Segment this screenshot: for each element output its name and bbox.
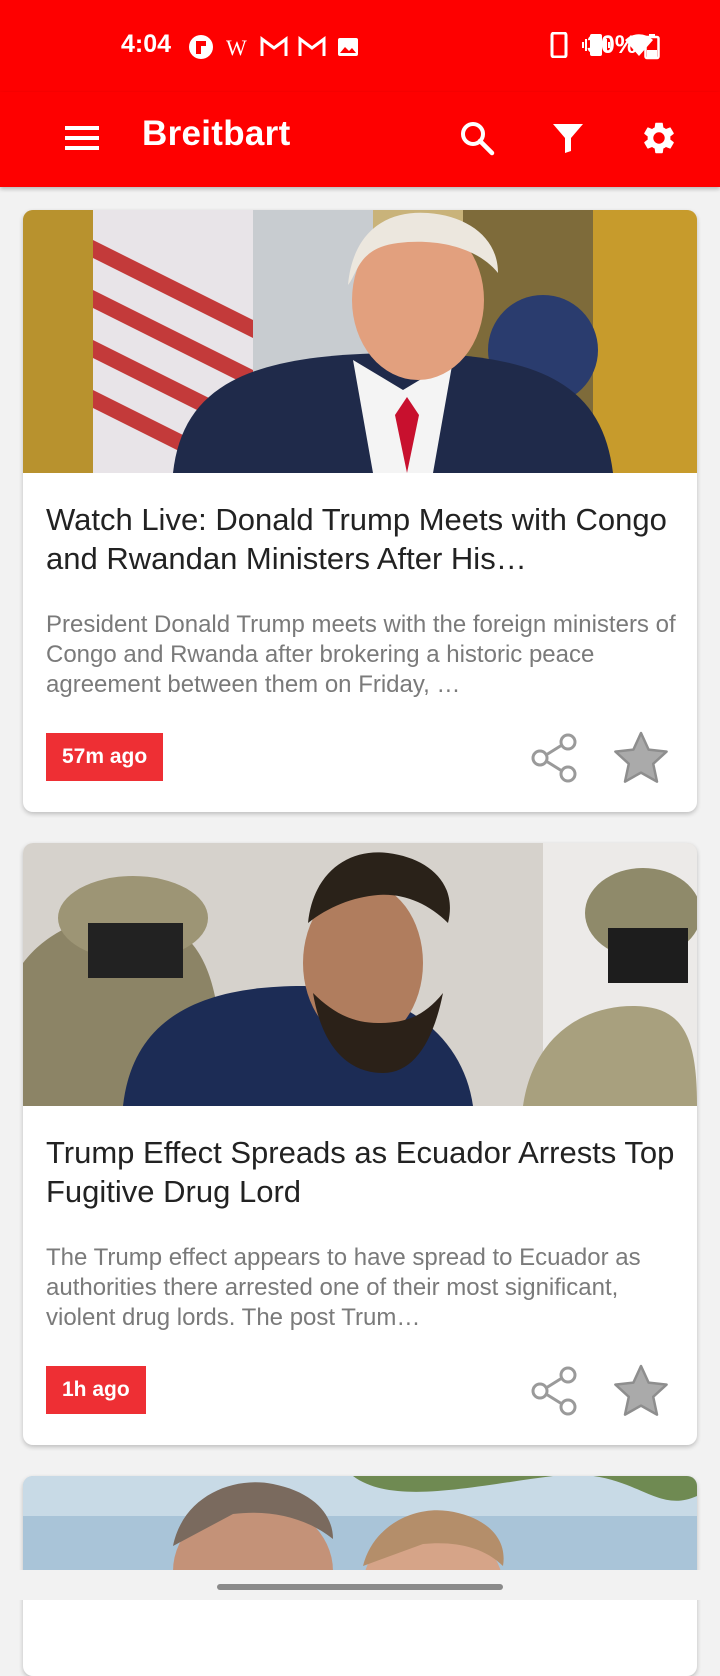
battery-percent: 30%	[587, 31, 638, 59]
phone-icon	[550, 32, 568, 58]
battery-icon	[644, 34, 660, 60]
filter-button[interactable]	[544, 114, 592, 162]
search-button[interactable]	[453, 114, 501, 162]
share-button[interactable]	[528, 1363, 584, 1419]
app-bar: Breitbart	[0, 92, 720, 187]
article-image[interactable]	[23, 843, 697, 1106]
time-badge: 1h ago	[46, 1366, 146, 1414]
notification-icons: W	[188, 34, 360, 60]
menu-button[interactable]	[58, 114, 106, 162]
wikipedia-icon: W	[226, 35, 247, 59]
star-icon	[614, 1364, 668, 1416]
search-icon	[461, 122, 495, 156]
status-bar: 4:04 W 30%	[0, 0, 720, 92]
article-title[interactable]: Trump Effect Spreads as Ecuador Arrests …	[46, 1133, 676, 1211]
image-icon	[338, 38, 358, 56]
filter-icon	[553, 124, 583, 153]
gmail-icon	[260, 36, 288, 56]
share-button[interactable]	[528, 730, 584, 786]
article-card[interactable]: Trump Effect Spreads as Ecuador Arrests …	[23, 843, 697, 1445]
flipboard-icon	[189, 35, 213, 59]
article-image[interactable]	[23, 210, 697, 473]
share-icon	[531, 733, 577, 783]
article-photo	[23, 210, 697, 473]
article-photo	[23, 843, 697, 1106]
bookmark-star-button[interactable]	[612, 730, 670, 786]
svg-text:W: W	[226, 35, 247, 59]
status-time: 4:04	[121, 30, 172, 58]
settings-button[interactable]	[635, 114, 683, 162]
navigation-bar	[0, 1570, 720, 1600]
share-icon	[531, 1366, 577, 1416]
gmail-icon	[298, 36, 326, 56]
article-description: The Trump effect appears to have spread …	[46, 1244, 641, 1331]
time-badge: 57m ago	[46, 733, 164, 781]
gesture-handle[interactable]	[217, 1584, 503, 1590]
gear-icon	[644, 122, 674, 154]
article-card[interactable]: Watch Live: Donald Trump Meets with Cong…	[23, 210, 697, 812]
article-description: President Donald Trump meets with the fo…	[46, 611, 676, 698]
bookmark-star-button[interactable]	[612, 1363, 670, 1419]
star-icon	[614, 731, 668, 783]
menu-icon	[65, 126, 99, 150]
app-title: Breitbart	[142, 114, 291, 153]
article-title[interactable]: Watch Live: Donald Trump Meets with Cong…	[46, 500, 676, 578]
